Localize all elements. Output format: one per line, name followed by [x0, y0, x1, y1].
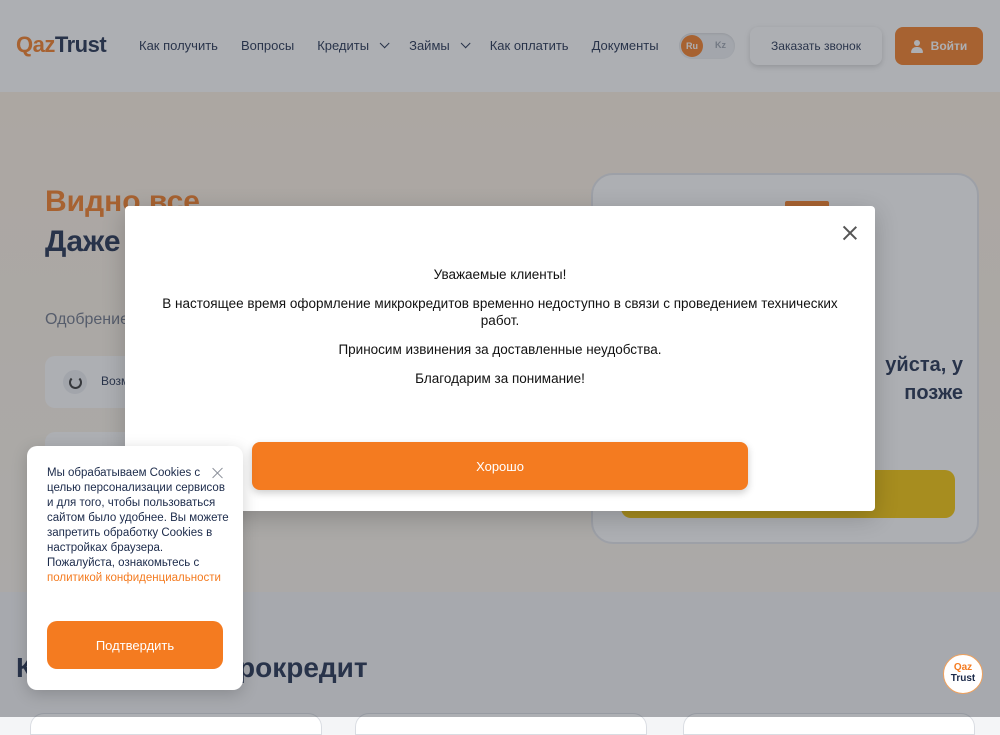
cookie-text: Мы обрабатываем Cookies с целью персонал…	[47, 466, 229, 586]
modal-message: В настоящее время оформление микрокредит…	[162, 296, 838, 328]
close-icon[interactable]	[212, 467, 224, 479]
confirm-cookies-button[interactable]: Подтвердить	[47, 621, 223, 669]
modal-greeting: Уважаемые клиенты!	[433, 267, 567, 282]
cookie-message: Мы обрабатываем Cookies с целью персонал…	[47, 467, 229, 569]
chat-widget-button[interactable]: Qaz Trust	[943, 654, 983, 694]
modal-apology: Приносим извинения за доставленные неудо…	[338, 342, 662, 357]
ok-button[interactable]: Хорошо	[252, 442, 748, 490]
fab-logo-qaz: Qaz	[953, 662, 973, 673]
cookie-banner: Мы обрабатываем Cookies с целью персонал…	[27, 446, 243, 690]
modal-thanks: Благодарим за понимание!	[415, 371, 585, 386]
fab-logo-trust: Trust	[950, 673, 976, 684]
modal-body: Уважаемые клиенты! В настоящее время офо…	[155, 266, 845, 399]
close-icon[interactable]	[843, 226, 857, 240]
privacy-policy-link[interactable]: политикой конфиденциальности	[47, 572, 221, 584]
